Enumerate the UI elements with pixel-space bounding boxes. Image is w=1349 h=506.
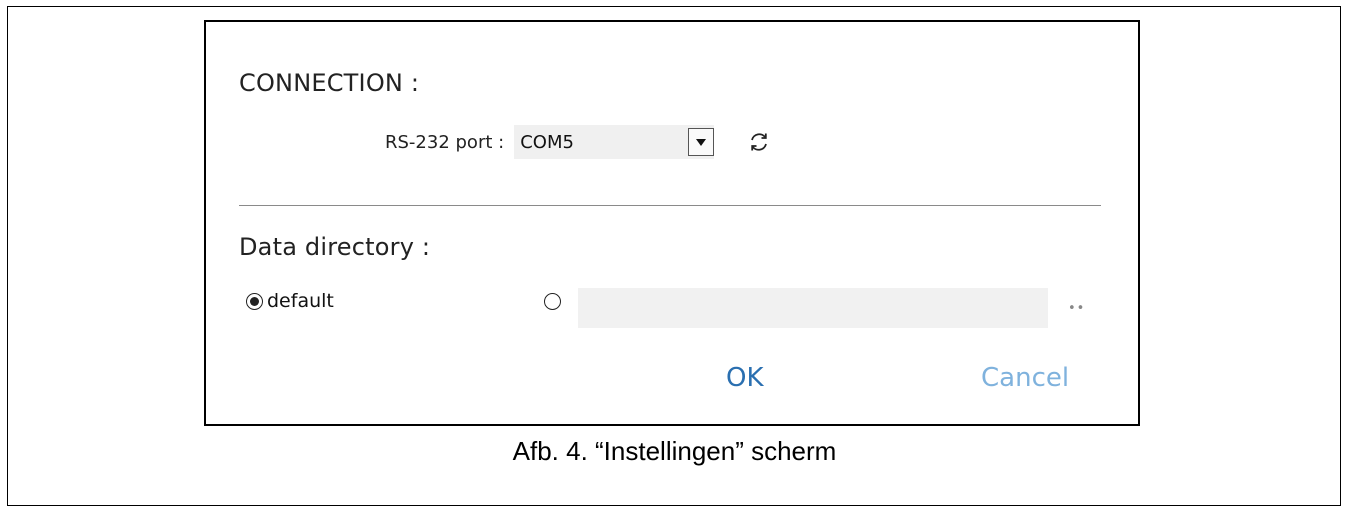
port-label: RS-232 port :	[385, 131, 505, 153]
custom-directory-path-input[interactable]	[578, 288, 1048, 328]
connection-section-title: CONNECTION :	[239, 69, 420, 97]
refresh-icon	[751, 133, 768, 151]
custom-directory-radio[interactable]	[544, 293, 561, 310]
default-directory-label: default	[267, 290, 334, 312]
settings-dialog: CONNECTION : RS-232 port : COM5 Data dir…	[204, 20, 1140, 426]
default-directory-radio[interactable]: default	[246, 290, 334, 312]
port-select-value: COM5	[520, 131, 574, 153]
section-divider	[239, 205, 1101, 206]
ok-button[interactable]: OK	[726, 363, 764, 393]
port-dropdown-button[interactable]	[688, 128, 715, 156]
radio-dot	[250, 296, 259, 306]
refresh-ports-button[interactable]	[746, 129, 772, 155]
cancel-button[interactable]: Cancel	[981, 363, 1069, 393]
chevron-down-icon	[696, 138, 707, 146]
browse-directory-button[interactable]: ••	[1068, 301, 1085, 316]
port-row: RS-232 port : COM5	[385, 125, 772, 159]
radio-checked-icon	[246, 292, 263, 310]
figure-caption: Afb. 4. “Instellingen” scherm	[512, 436, 837, 466]
data-directory-section-title: Data directory :	[239, 233, 431, 261]
port-select[interactable]: COM5	[514, 125, 715, 159]
